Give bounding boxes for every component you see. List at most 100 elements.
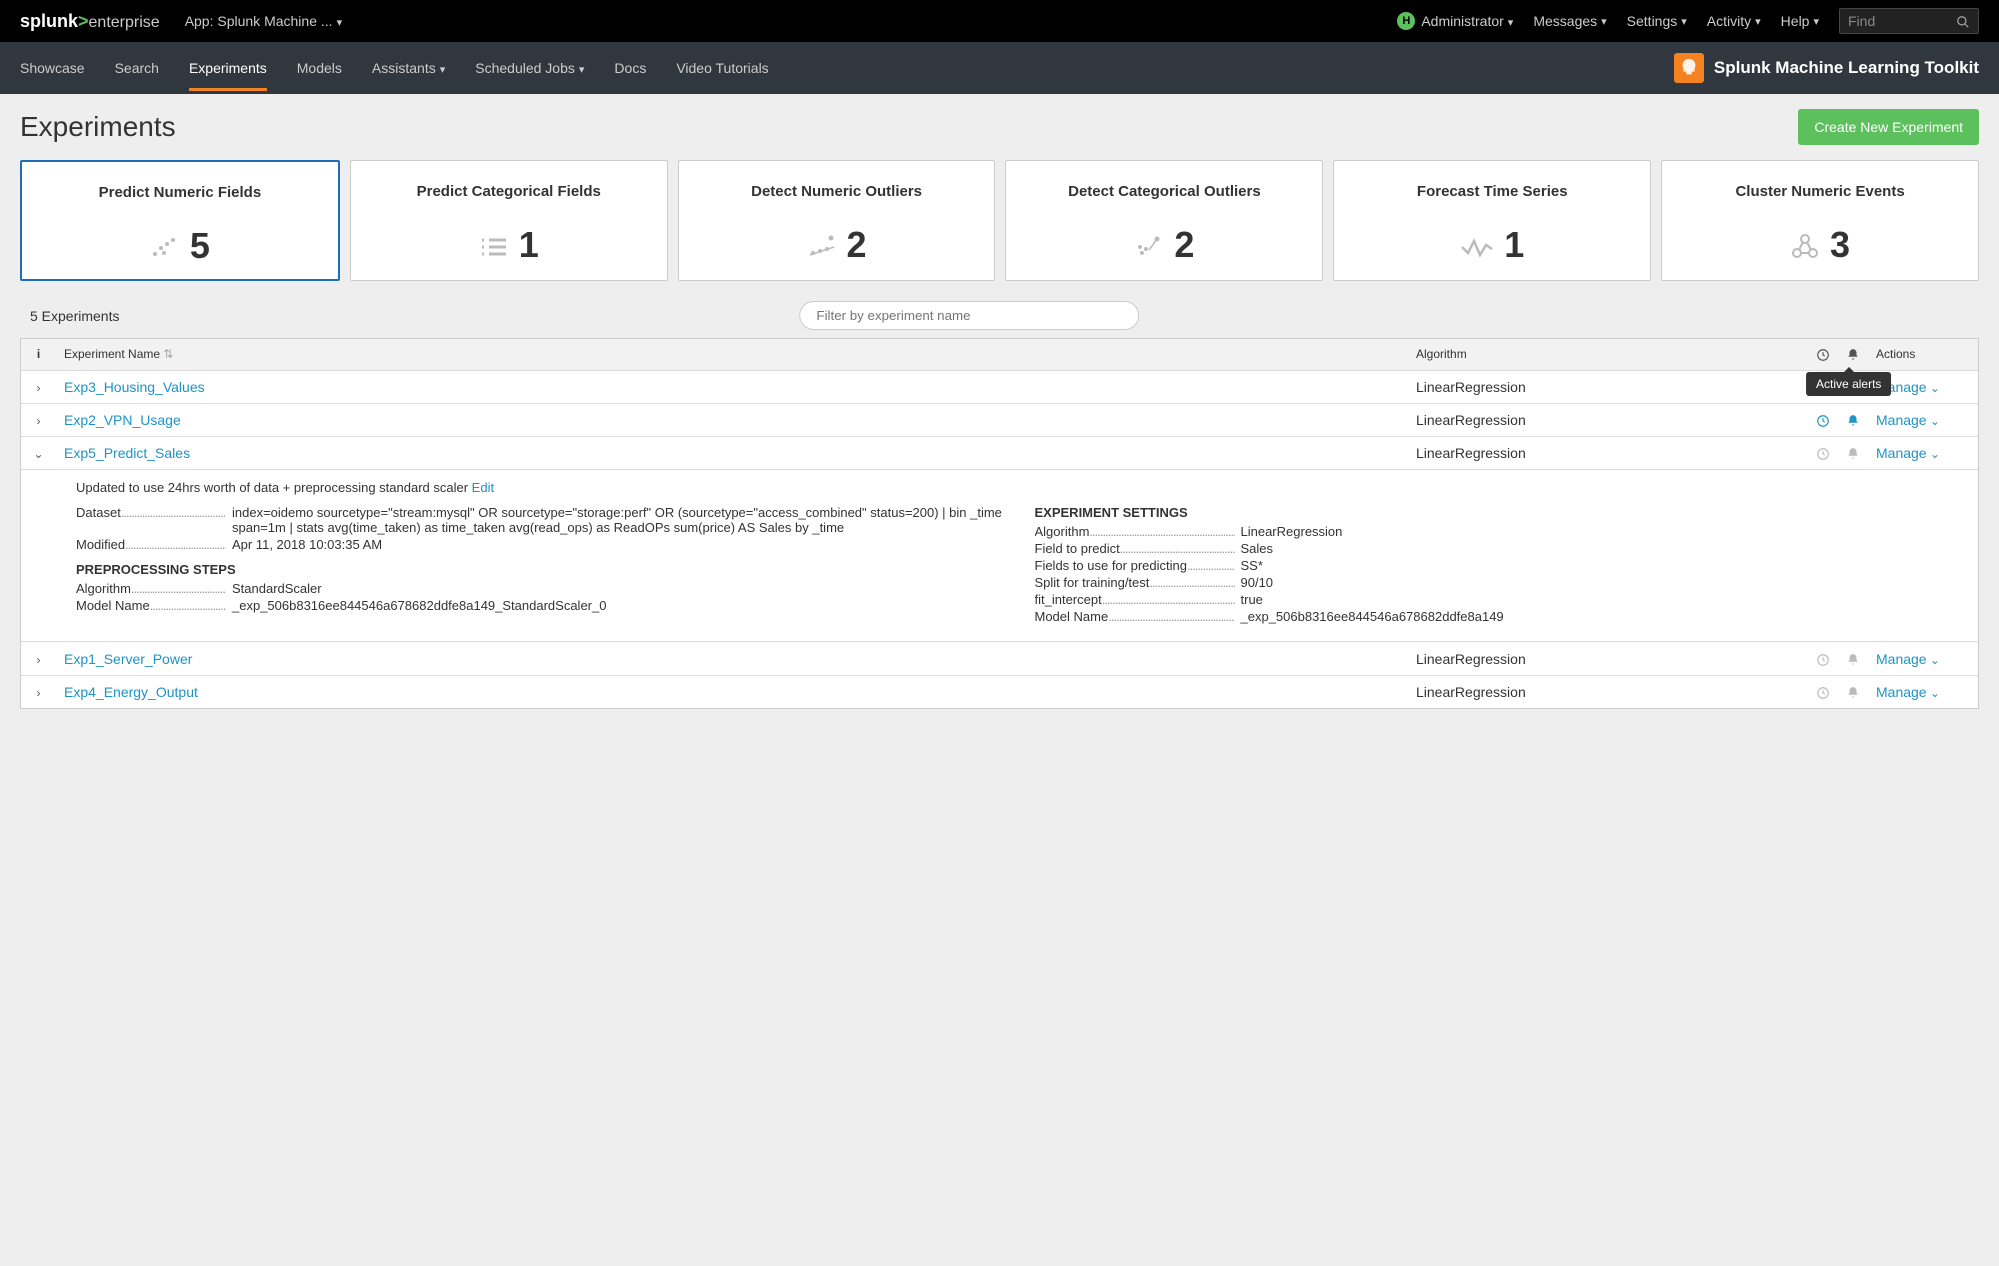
card-title: Detect Categorical Outliers [1016, 173, 1312, 209]
experiment-note: Updated to use 24hrs worth of data + pre… [76, 480, 1963, 495]
cluster-icon [1790, 229, 1820, 261]
experiments-count: 5 Experiments [30, 308, 119, 324]
bell-icon [1846, 653, 1860, 667]
find-input[interactable]: Find [1839, 8, 1979, 34]
card-title: Predict Numeric Fields [32, 174, 328, 210]
page-title: Experiments [20, 111, 176, 143]
setting-value: Sales [1235, 541, 1964, 556]
schedule-indicator[interactable] [1808, 642, 1838, 674]
experiment-link[interactable]: Exp5_Predict_Sales [64, 445, 190, 461]
manage-dropdown[interactable]: Manage [1876, 651, 1940, 667]
card-count: 2 [847, 224, 867, 266]
clock-icon [1816, 414, 1830, 428]
preproc-algo-label: Algorithm [76, 581, 226, 596]
modified-label: Modified [76, 537, 226, 552]
details-left: Dataset index=oidemo sourcetype="stream:… [76, 505, 1005, 626]
nav-showcase[interactable]: Showcase [20, 45, 85, 91]
setting-label: Field to predict [1035, 541, 1235, 556]
alert-indicator[interactable] [1838, 437, 1868, 469]
search-icon [1956, 13, 1970, 29]
setting-value: LinearRegression [1235, 524, 1964, 539]
schedule-indicator[interactable] [1808, 676, 1838, 708]
preproc-model-value: _exp_506b8316ee844546a678682ddfe8a149_St… [226, 598, 1005, 613]
page-header: Experiments Create New Experiment [0, 94, 1999, 160]
col-alerts-header: Active alerts [1838, 339, 1868, 370]
manage-dropdown[interactable]: Manage [1876, 412, 1940, 428]
clock-icon [1816, 348, 1830, 362]
card-detect-categorical-outliers[interactable]: Detect Categorical Outliers 2 [1005, 160, 1323, 281]
setting-value: SS* [1235, 558, 1964, 573]
bell-icon [1846, 348, 1860, 362]
card-cluster-events[interactable]: Cluster Numeric Events 3 [1661, 160, 1979, 281]
card-count: 3 [1830, 224, 1850, 266]
preproc-algo-value: StandardScaler [226, 581, 1005, 596]
list-icon [479, 229, 509, 261]
settings-menu[interactable]: Settings [1627, 13, 1687, 29]
preproc-model-label: Model Name [76, 598, 226, 613]
schedule-indicator[interactable] [1808, 437, 1838, 469]
alert-indicator[interactable] [1838, 676, 1868, 708]
activity-menu[interactable]: Activity [1707, 13, 1761, 29]
expanded-details: Updated to use 24hrs worth of data + pre… [21, 470, 1978, 642]
card-count: 1 [1504, 224, 1524, 266]
experiment-link[interactable]: Exp1_Server_Power [64, 651, 192, 667]
nav-docs[interactable]: Docs [614, 45, 646, 91]
nav-search[interactable]: Search [115, 45, 159, 91]
help-menu[interactable]: Help [1781, 13, 1819, 29]
setting-value: _exp_506b8316ee844546a678682ddfe8a149 [1235, 609, 1964, 624]
nav-assistants[interactable]: Assistants [372, 45, 445, 91]
nav-scheduled-jobs[interactable]: Scheduled Jobs [475, 45, 584, 91]
nav-experiments[interactable]: Experiments [189, 45, 267, 91]
setting-label: Model Name [1035, 609, 1235, 624]
global-header: splunk>enterprise App: Splunk Machine ..… [0, 0, 1999, 42]
col-name-header[interactable]: Experiment Name ⇅ [56, 339, 1408, 369]
preproc-heading: PREPROCESSING STEPS [76, 562, 1005, 577]
expand-toggle[interactable]: ⌄ [33, 447, 43, 461]
admin-menu[interactable]: H Administrator [1397, 12, 1513, 30]
table-row: › Exp1_Server_Power LinearRegression Man… [21, 642, 1978, 675]
algo-cell: LinearRegression [1408, 404, 1808, 436]
details-right: EXPERIMENT SETTINGS AlgorithmLinearRegre… [1035, 505, 1964, 626]
app-selector[interactable]: App: Splunk Machine ... [185, 13, 342, 29]
algo-cell: LinearRegression [1408, 643, 1808, 675]
card-count: 5 [190, 225, 210, 267]
card-forecast-time-series[interactable]: Forecast Time Series 1 [1333, 160, 1651, 281]
card-predict-categorical[interactable]: Predict Categorical Fields 1 [350, 160, 668, 281]
create-experiment-button[interactable]: Create New Experiment [1798, 109, 1979, 145]
col-actions-header: Actions [1868, 339, 1978, 369]
bell-icon [1846, 686, 1860, 700]
nav-video-tutorials[interactable]: Video Tutorials [676, 45, 768, 91]
expand-toggle[interactable]: › [37, 653, 41, 667]
algo-cell: LinearRegression [1408, 371, 1808, 403]
experiment-link[interactable]: Exp2_VPN_Usage [64, 412, 181, 428]
setting-label: Algorithm [1035, 524, 1235, 539]
card-detect-numeric-outliers[interactable]: Detect Numeric Outliers 2 [678, 160, 996, 281]
card-count: 2 [1174, 224, 1194, 266]
categorical-outlier-icon [1134, 229, 1164, 261]
alert-indicator[interactable] [1838, 404, 1868, 436]
nav-models[interactable]: Models [297, 45, 342, 91]
col-algo-header: Algorithm [1408, 339, 1808, 369]
manage-dropdown[interactable]: Manage [1876, 684, 1940, 700]
experiment-link[interactable]: Exp3_Housing_Values [64, 379, 205, 395]
expand-toggle[interactable]: › [37, 414, 41, 428]
manage-dropdown[interactable]: Manage [1876, 445, 1940, 461]
card-title: Forecast Time Series [1344, 173, 1640, 209]
dataset-value: index=oidemo sourcetype="stream:mysql" O… [226, 505, 1005, 535]
card-predict-numeric[interactable]: Predict Numeric Fields 5 [20, 160, 340, 281]
messages-menu[interactable]: Messages [1533, 13, 1606, 29]
experiment-link[interactable]: Exp4_Energy_Output [64, 684, 198, 700]
edit-note-link[interactable]: Edit [472, 480, 494, 495]
app-nav: Showcase Search Experiments Models Assis… [0, 42, 1999, 94]
setting-value: true [1235, 592, 1964, 607]
expand-toggle[interactable]: › [37, 381, 41, 395]
clock-icon [1816, 447, 1830, 461]
avatar-badge: H [1397, 12, 1415, 30]
table-row: › Exp4_Energy_Output LinearRegression Ma… [21, 676, 1978, 708]
filter-input[interactable] [799, 301, 1139, 330]
clock-icon [1816, 686, 1830, 700]
expand-toggle[interactable]: › [37, 686, 41, 700]
alert-indicator[interactable] [1838, 642, 1868, 674]
clock-icon [1816, 653, 1830, 667]
schedule-indicator[interactable] [1808, 404, 1838, 436]
